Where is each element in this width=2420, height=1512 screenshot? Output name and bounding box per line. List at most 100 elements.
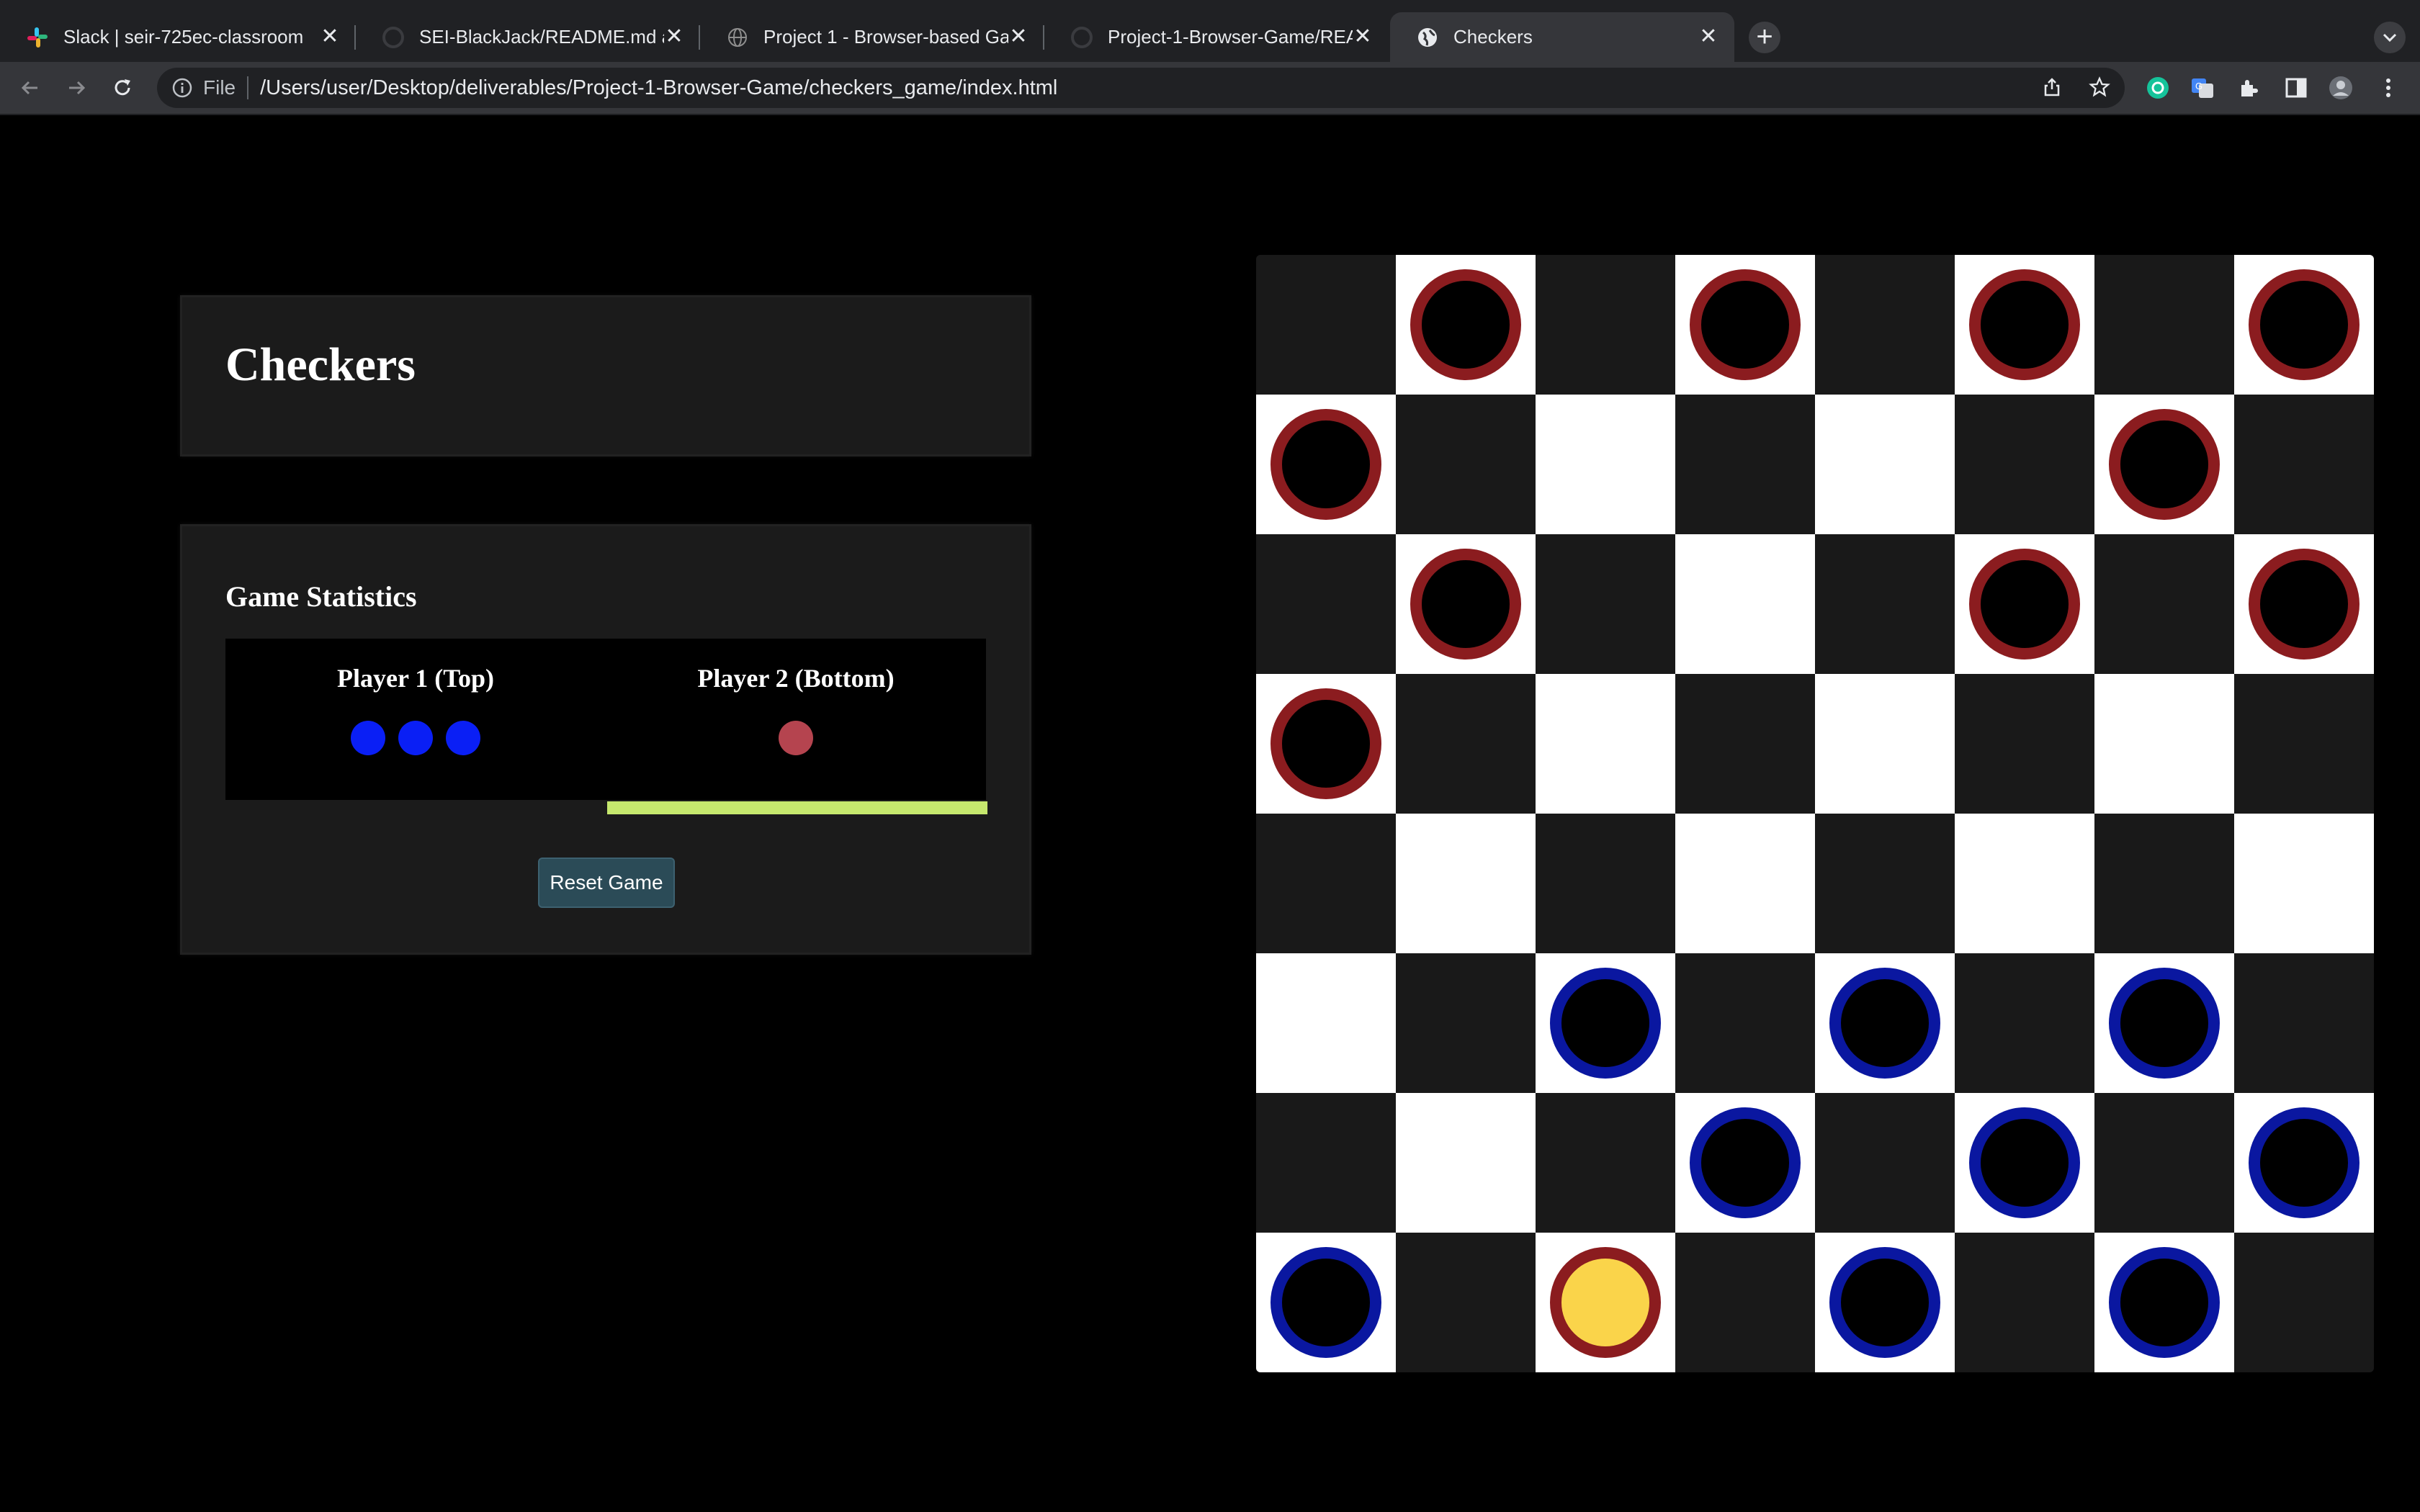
profile-avatar[interactable]: [2328, 75, 2354, 101]
board-square[interactable]: [2094, 814, 2234, 953]
board-square[interactable]: [2094, 395, 2234, 534]
blue-piece[interactable]: [2109, 1247, 2220, 1358]
board-square[interactable]: [1815, 1233, 1955, 1372]
red-piece[interactable]: [2249, 269, 2360, 380]
blue-piece[interactable]: [1829, 968, 1940, 1079]
board-square[interactable]: [2234, 814, 2374, 953]
board-square[interactable]: [1675, 1093, 1815, 1233]
red-piece[interactable]: [2109, 409, 2220, 520]
reset-game-button[interactable]: Reset Game: [538, 858, 675, 908]
red-piece[interactable]: [1410, 549, 1521, 660]
board-square[interactable]: [2234, 534, 2374, 674]
board-square[interactable]: [2234, 1093, 2374, 1233]
grammarly-icon[interactable]: [2145, 75, 2171, 101]
back-icon[interactable]: [17, 75, 43, 101]
board-square[interactable]: [1256, 534, 1396, 674]
tab-project-1[interactable]: Project 1 - Browser-based Gam ✕: [700, 12, 1044, 62]
board-square[interactable]: [1675, 1233, 1815, 1372]
tab-blackjack-readme[interactable]: SEI-BlackJack/README.md at m ✕: [356, 12, 700, 62]
board-square[interactable]: [1536, 674, 1675, 814]
board-square[interactable]: [2234, 953, 2374, 1093]
board-square[interactable]: [2094, 1093, 2234, 1233]
board-square[interactable]: [1256, 674, 1396, 814]
board-square[interactable]: [2094, 953, 2234, 1093]
new-tab-button[interactable]: +: [1749, 22, 1780, 53]
board-square[interactable]: [1536, 395, 1675, 534]
share-icon[interactable]: [2041, 76, 2063, 98]
tab-slack[interactable]: Slack | seir-725ec-classroom | ✕: [0, 12, 356, 62]
board-square[interactable]: [1256, 255, 1396, 395]
board-square[interactable]: [2234, 1233, 2374, 1372]
board-square[interactable]: [1955, 953, 2094, 1093]
board-square[interactable]: [1396, 814, 1536, 953]
board-square[interactable]: [1815, 534, 1955, 674]
board-square[interactable]: [1955, 255, 2094, 395]
info-icon[interactable]: [171, 77, 193, 99]
board-square[interactable]: [1955, 814, 2094, 953]
board-square[interactable]: [1675, 395, 1815, 534]
board-square[interactable]: [1396, 1233, 1536, 1372]
board-square[interactable]: [2094, 534, 2234, 674]
board-square[interactable]: [1536, 953, 1675, 1093]
board-square[interactable]: [2094, 255, 2234, 395]
tab-search-button[interactable]: [2374, 22, 2406, 53]
board-square[interactable]: [1955, 1093, 2094, 1233]
blue-piece[interactable]: [1969, 1107, 2080, 1218]
red-piece[interactable]: [1690, 269, 1801, 380]
blue-piece[interactable]: [1270, 1247, 1381, 1358]
board-square[interactable]: [1256, 953, 1396, 1093]
board-square[interactable]: [1815, 814, 1955, 953]
board-square[interactable]: [1815, 953, 1955, 1093]
blue-piece[interactable]: [2109, 968, 2220, 1079]
board-square[interactable]: [1536, 814, 1675, 953]
forward-icon[interactable]: [63, 75, 89, 101]
close-icon[interactable]: ✕: [320, 26, 340, 48]
tab-project-readme[interactable]: Project-1-Browser-Game/READM ✕: [1044, 12, 1389, 62]
blue-piece[interactable]: [1829, 1247, 1940, 1358]
board-square[interactable]: [1536, 534, 1675, 674]
more-menu-icon[interactable]: [2375, 75, 2401, 101]
extensions-icon[interactable]: [2236, 75, 2262, 101]
board-square[interactable]: [1675, 953, 1815, 1093]
blue-piece[interactable]: [1550, 968, 1661, 1079]
board-square[interactable]: [1396, 534, 1536, 674]
red-piece[interactable]: [1270, 409, 1381, 520]
red-piece[interactable]: [1410, 269, 1521, 380]
address-bar[interactable]: File /Users/user/Desktop/deliverables/Pr…: [157, 68, 2125, 108]
red-piece[interactable]: [2249, 549, 2360, 660]
board-square[interactable]: [1815, 255, 1955, 395]
board-square[interactable]: [1396, 953, 1536, 1093]
board-square[interactable]: [1675, 674, 1815, 814]
board-square[interactable]: [1256, 1233, 1396, 1372]
red-piece[interactable]: [1969, 549, 2080, 660]
tab-checkers[interactable]: Checkers ✕: [1390, 12, 1734, 62]
red-piece[interactable]: [1969, 269, 2080, 380]
close-icon[interactable]: ✕: [1353, 26, 1373, 48]
reload-icon[interactable]: [109, 75, 135, 101]
board-square[interactable]: [1256, 395, 1396, 534]
board-square[interactable]: [1396, 1093, 1536, 1233]
board-square[interactable]: [1536, 1093, 1675, 1233]
board-square[interactable]: [2234, 255, 2374, 395]
blue-piece[interactable]: [2249, 1107, 2360, 1218]
close-icon[interactable]: ✕: [1698, 26, 1718, 48]
board-square[interactable]: [1675, 255, 1815, 395]
board-square[interactable]: [1396, 395, 1536, 534]
translate-icon[interactable]: G: [2190, 75, 2215, 101]
close-icon[interactable]: ✕: [664, 26, 684, 48]
star-icon[interactable]: [2089, 76, 2110, 98]
board-square[interactable]: [1536, 1233, 1675, 1372]
board-square[interactable]: [1815, 1093, 1955, 1233]
board-square[interactable]: [1256, 814, 1396, 953]
board-square[interactable]: [2234, 395, 2374, 534]
board-square[interactable]: [2094, 674, 2234, 814]
board-square[interactable]: [1955, 674, 2094, 814]
close-icon[interactable]: ✕: [1008, 26, 1028, 48]
blue-piece[interactable]: [1690, 1107, 1801, 1218]
board-square[interactable]: [1675, 814, 1815, 953]
board-square[interactable]: [1396, 255, 1536, 395]
board-square[interactable]: [2094, 1233, 2234, 1372]
board-square[interactable]: [1396, 674, 1536, 814]
url-text[interactable]: /Users/user/Desktop/deliverables/Project…: [260, 76, 1057, 100]
board-square[interactable]: [1955, 1233, 2094, 1372]
